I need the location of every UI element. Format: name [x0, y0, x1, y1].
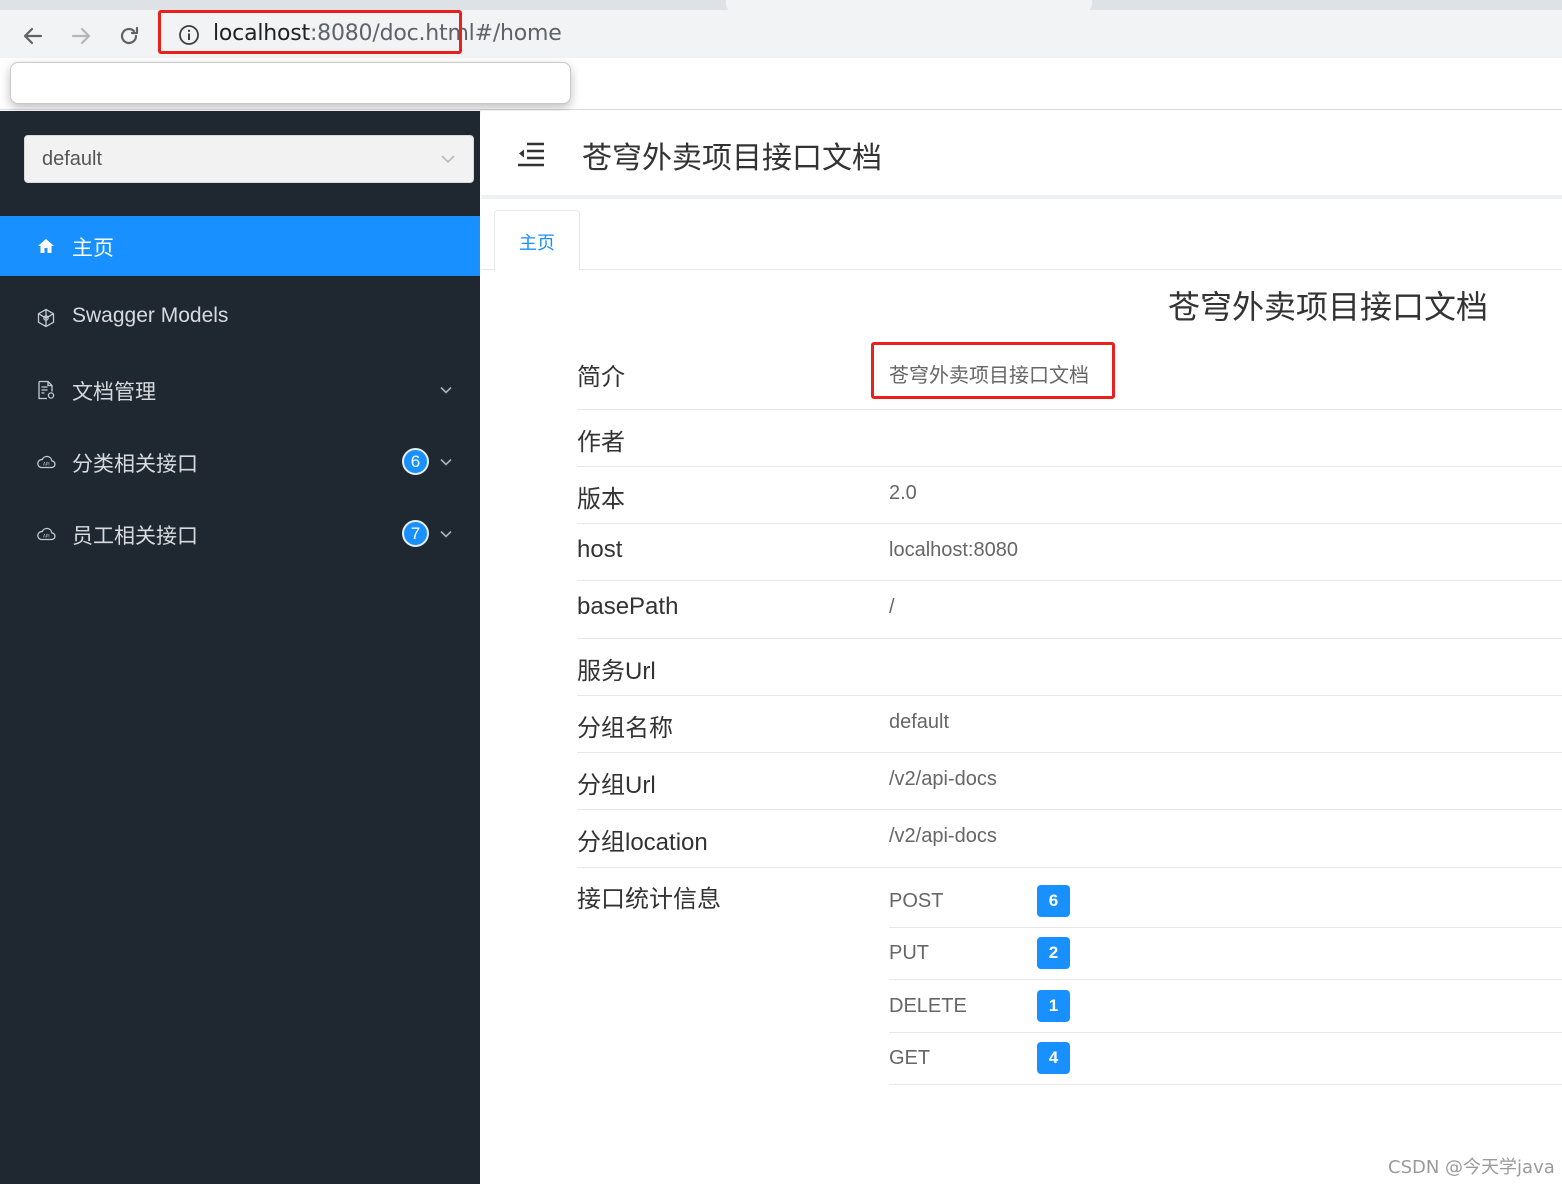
info-row-group-name: 分组名称 default — [577, 696, 1562, 753]
info-key: 分组名称 — [577, 715, 673, 742]
group-select-value: default — [42, 148, 103, 170]
info-key: 服务Url — [577, 658, 656, 685]
sidebar-item-home[interactable]: 主页 — [0, 216, 480, 276]
chevron-down-icon — [441, 155, 455, 164]
sidebar-item-category-api[interactable]: API 分类相关接口 6 — [0, 432, 480, 492]
tab-home[interactable]: 主页 — [494, 210, 580, 271]
info-key: 分组location — [577, 829, 708, 856]
group-select[interactable]: default — [24, 135, 474, 183]
info-key: 简介 — [577, 364, 625, 391]
cube-icon — [37, 308, 55, 328]
sidebar-item-employee-api[interactable]: API 员工相关接口 7 — [0, 504, 480, 564]
info-row-host: host localhost:8080 — [577, 524, 1562, 581]
info-value: / — [889, 596, 895, 618]
svg-text:API: API — [43, 461, 50, 466]
count-badge: 2 — [1037, 937, 1070, 969]
info-value: localhost:8080 — [889, 539, 1018, 561]
chevron-down-icon — [440, 386, 452, 394]
reload-icon — [120, 26, 139, 45]
info-value: default — [889, 711, 950, 733]
sidebar-item-swagger-models[interactable]: Swagger Models — [0, 288, 480, 348]
svg-text:API: API — [43, 533, 50, 538]
chevron-down-icon — [440, 458, 452, 466]
document-settings-icon — [38, 380, 55, 400]
info-row-basepath: basePath / — [577, 581, 1562, 639]
tab-label: 主页 — [519, 233, 555, 254]
page-title: 苍穹外卖项目接口文档 — [582, 141, 882, 176]
home-icon — [38, 239, 54, 253]
http-method-label: POST — [889, 890, 944, 912]
sidebar-item-label: Swagger Models — [72, 304, 229, 327]
tabs-bar: 主页 — [481, 202, 1562, 271]
info-row-author: 作者 — [577, 410, 1562, 467]
api-cloud-icon: API — [37, 527, 56, 541]
info-key: basePath — [577, 593, 679, 620]
info-key: host — [577, 536, 623, 563]
watermark: CSDN @今天学java — [1388, 1157, 1555, 1178]
url-hash: #/home — [474, 21, 562, 46]
back-button[interactable] — [21, 24, 45, 48]
sidebar-item-label: 员工相关接口 — [72, 525, 198, 548]
description-highlight-box — [871, 342, 1115, 399]
omnibox-dropdown[interactable] — [10, 62, 571, 104]
count-badge: 4 — [1037, 1042, 1070, 1074]
arrow-left-icon — [23, 27, 43, 45]
stat-row-put: PUT 2 — [889, 928, 1562, 980]
count-badge: 1 — [1037, 990, 1070, 1022]
count-badge: 6 — [402, 448, 429, 475]
main-header: 苍穹外卖项目接口文档 — [481, 111, 1562, 199]
doc-title: 苍穹外卖项目接口文档 — [1168, 288, 1489, 326]
stat-row-delete: DELETE 1 — [889, 981, 1562, 1033]
info-row-group-location: 分组location /v2/api-docs — [577, 810, 1562, 868]
stat-row-get: GET 4 — [889, 1033, 1562, 1085]
http-method-label: DELETE — [889, 995, 967, 1017]
info-key: 作者 — [577, 429, 625, 456]
chevron-down-icon — [440, 530, 452, 538]
info-row-version: 版本 2.0 — [577, 467, 1562, 524]
reload-button[interactable] — [117, 24, 141, 48]
http-method-label: PUT — [889, 942, 929, 964]
info-key: 分组Url — [577, 772, 656, 799]
forward-button[interactable] — [69, 24, 93, 48]
sidebar-item-label: 分类相关接口 — [72, 453, 198, 476]
count-badge: 7 — [402, 520, 429, 547]
info-key: 接口统计信息 — [577, 886, 721, 913]
sidebar-item-label: 主页 — [72, 237, 114, 260]
sidebar-item-doc-management[interactable]: 文档管理 — [0, 360, 480, 420]
sidebar: default 主页 Swagger Models 文档管理 API 分类相关接… — [0, 111, 480, 1184]
arrow-right-icon — [71, 27, 91, 45]
info-value: 2.0 — [889, 482, 917, 504]
info-row-group-url: 分组Url /v2/api-docs — [577, 753, 1562, 810]
count-badge: 6 — [1037, 885, 1070, 917]
info-key: 版本 — [577, 486, 625, 513]
info-value: /v2/api-docs — [889, 768, 997, 790]
info-value: /v2/api-docs — [889, 825, 997, 847]
http-method-label: GET — [889, 1047, 931, 1069]
menu-fold-icon[interactable] — [516, 141, 546, 167]
sidebar-item-label: 文档管理 — [72, 381, 156, 404]
info-row-service-url: 服务Url — [577, 639, 1562, 696]
api-cloud-icon: API — [37, 455, 56, 469]
url-highlight-box — [158, 10, 462, 54]
stat-row-post: POST 6 — [889, 876, 1562, 928]
